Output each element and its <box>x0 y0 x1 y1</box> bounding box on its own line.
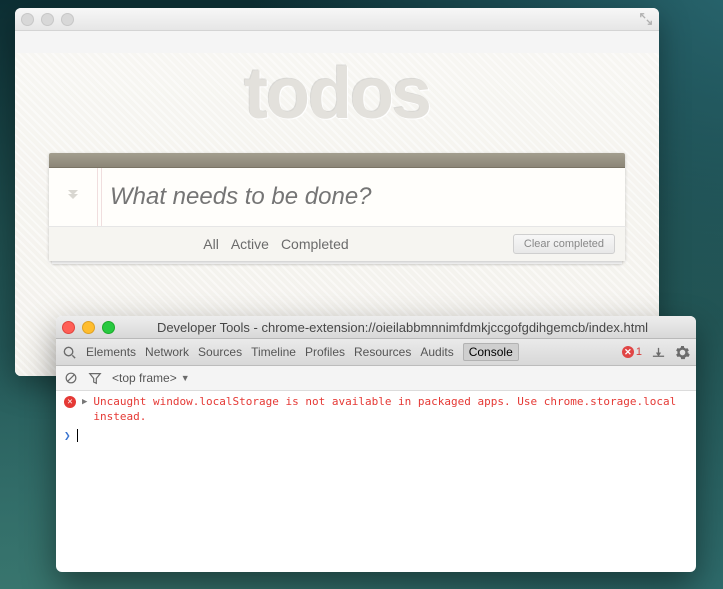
new-todo-row <box>49 168 625 226</box>
zoom-window-button[interactable] <box>61 13 74 26</box>
toggle-drawer-icon[interactable] <box>651 345 666 360</box>
margin-rule <box>97 168 98 226</box>
tab-console[interactable]: Console <box>463 343 519 361</box>
traffic-lights <box>62 321 115 334</box>
console-body[interactable]: ✕ ▶ Uncaught window.localStorage is not … <box>56 391 696 572</box>
devtools-titlebar[interactable]: Developer Tools - chrome-extension://oie… <box>56 316 696 339</box>
error-message-text: Uncaught window.localStorage is not avai… <box>93 395 688 425</box>
tab-audits[interactable]: Audits <box>420 345 453 359</box>
clear-console-icon[interactable] <box>64 371 78 385</box>
toggle-all-icon[interactable] <box>49 184 97 210</box>
todo-card: All Active Completed Clear completed <box>49 153 625 261</box>
tab-elements[interactable]: Elements <box>86 345 136 359</box>
devtools-window: Developer Tools - chrome-extension://oie… <box>56 316 696 572</box>
close-window-button[interactable] <box>62 321 75 334</box>
search-icon[interactable] <box>62 345 77 360</box>
settings-gear-icon[interactable] <box>675 345 690 360</box>
zoom-window-button[interactable] <box>102 321 115 334</box>
fullscreen-icon[interactable] <box>639 12 653 26</box>
error-count-badge[interactable]: ✕ 1 <box>622 346 642 358</box>
filter-group: All Active Completed <box>203 236 348 252</box>
filter-active[interactable]: Active <box>231 236 269 252</box>
clear-completed-button[interactable]: Clear completed <box>513 234 615 254</box>
filter-all[interactable]: All <box>203 236 219 252</box>
devtools-window-title: Developer Tools - chrome-extension://oie… <box>115 320 690 335</box>
error-count-number: 1 <box>636 346 642 358</box>
tab-network[interactable]: Network <box>145 345 189 359</box>
window-titlebar[interactable] <box>15 8 659 31</box>
frame-selector[interactable]: <top frame> ▼ <box>112 371 190 385</box>
todo-footer: All Active Completed Clear completed <box>49 226 625 261</box>
app-title: todos <box>15 53 659 135</box>
tab-timeline[interactable]: Timeline <box>251 345 296 359</box>
tab-profiles[interactable]: Profiles <box>305 345 345 359</box>
console-error-row[interactable]: ✕ ▶ Uncaught window.localStorage is not … <box>64 395 688 425</box>
minimize-window-button[interactable] <box>82 321 95 334</box>
new-todo-input[interactable] <box>108 182 625 212</box>
tab-resources[interactable]: Resources <box>354 345 411 359</box>
text-cursor <box>77 429 78 442</box>
card-header-bar <box>49 153 625 168</box>
error-badge-icon: ✕ <box>64 396 76 408</box>
minimize-window-button[interactable] <box>41 13 54 26</box>
filter-icon[interactable] <box>88 371 102 385</box>
console-prompt[interactable]: ❯ <box>64 429 688 442</box>
devtools-tabs: Elements Network Sources Timeline Profil… <box>56 339 696 366</box>
traffic-lights <box>21 13 74 26</box>
close-window-button[interactable] <box>21 13 34 26</box>
error-icon: ✕ <box>622 346 634 358</box>
filter-completed[interactable]: Completed <box>281 236 349 252</box>
frame-selector-label: <top frame> <box>112 371 177 385</box>
prompt-chevron-icon: ❯ <box>64 429 71 442</box>
console-toolbar: <top frame> ▼ <box>56 366 696 391</box>
tab-sources[interactable]: Sources <box>198 345 242 359</box>
dropdown-triangle-icon: ▼ <box>181 373 190 383</box>
disclosure-triangle-icon[interactable]: ▶ <box>82 397 87 407</box>
